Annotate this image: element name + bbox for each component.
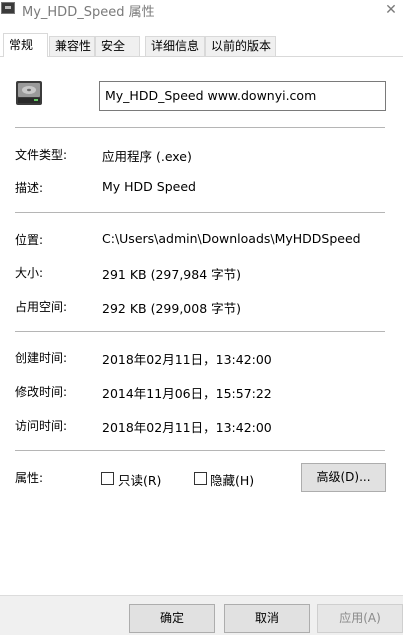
divider — [15, 331, 385, 332]
tab-general[interactable]: 常规 — [3, 33, 48, 57]
size-value: 291 KB (297,984 字节) — [102, 267, 241, 282]
location-label: 位置: — [15, 233, 44, 247]
cancel-button[interactable]: 取消 — [224, 604, 310, 633]
window-title: My_HDD_Speed 属性 — [22, 5, 155, 20]
modified-label: 修改时间: — [15, 385, 68, 399]
app-icon — [1, 2, 15, 14]
general-panel — [0, 57, 403, 595]
tab-previous-versions[interactable]: 以前的版本 — [205, 36, 276, 56]
ok-button[interactable]: 确定 — [129, 604, 215, 633]
description-label: 描述: — [15, 181, 44, 195]
file-type-value: 应用程序 (.exe) — [102, 149, 192, 164]
divider — [15, 212, 385, 213]
attributes-label: 属性: — [15, 471, 44, 485]
tab-compatibility[interactable]: 兼容性 — [49, 36, 95, 56]
modified-value: 2014年11月06日，15:57:22 — [102, 386, 272, 401]
tab-details[interactable]: 详细信息 — [145, 36, 205, 56]
advanced-button[interactable]: 高级(D)... — [301, 463, 386, 492]
created-value: 2018年02月11日，13:42:00 — [102, 352, 272, 367]
readonly-label[interactable]: 只读(R) — [118, 470, 161, 489]
size-on-disk-label: 占用空间: — [15, 300, 68, 314]
size-label: 大小: — [15, 266, 44, 280]
file-name-field[interactable]: My_HDD_Speed www.downyi.com — [99, 81, 386, 111]
hdd-app-icon — [16, 81, 42, 105]
description-value: My HDD Speed — [102, 179, 196, 194]
title-bar: My_HDD_Speed 属性 ✕ — [0, 0, 403, 20]
hidden-label[interactable]: 隐藏(H) — [210, 470, 254, 489]
divider — [15, 450, 385, 451]
size-on-disk-value: 292 KB (299,008 字节) — [102, 301, 241, 316]
readonly-checkbox[interactable] — [101, 472, 114, 485]
tab-security[interactable]: 安全 — [95, 36, 140, 56]
hidden-checkbox[interactable] — [194, 472, 207, 485]
apply-button[interactable]: 应用(A) — [317, 604, 403, 633]
close-icon[interactable]: ✕ — [379, 0, 403, 20]
divider — [15, 127, 385, 128]
created-label: 创建时间: — [15, 351, 68, 365]
location-value: C:\Users\admin\Downloads\MyHDDSpeed — [102, 231, 361, 246]
accessed-value: 2018年02月11日，13:42:00 — [102, 420, 272, 435]
accessed-label: 访问时间: — [15, 419, 68, 433]
file-type-label: 文件类型: — [15, 148, 68, 162]
